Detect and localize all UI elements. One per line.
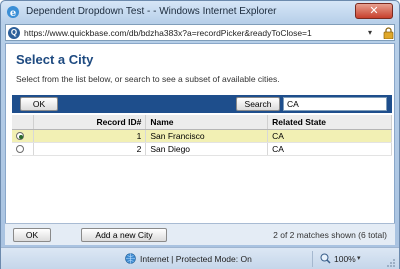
radio-button-selected[interactable] <box>16 132 24 141</box>
dialog-content: Select a City Select from the list below… <box>5 43 395 243</box>
name-cell: San Diego <box>145 142 269 156</box>
status-divider <box>312 251 313 267</box>
chevron-down-icon[interactable]: ▾ <box>357 254 361 262</box>
globe-icon <box>125 253 136 264</box>
chevron-down-icon[interactable]: ▾ <box>368 28 372 37</box>
dialog-footer: OK Add a new City 2 of 2 matches shown (… <box>5 223 395 245</box>
related-state-cell: CA <box>267 142 392 156</box>
row-select-cell[interactable] <box>12 129 35 143</box>
instructions-text: Select from the list below, or search to… <box>16 74 280 84</box>
results-table: Record ID# Name Related State 1 San Fran… <box>12 115 392 156</box>
record-id-cell: 1 <box>33 129 147 143</box>
svg-text:e: e <box>10 8 16 19</box>
name-cell: San Francisco <box>145 129 269 143</box>
column-header-select <box>12 115 35 130</box>
status-bar: Internet | Protected Mode: On 100% ▾ <box>1 247 399 269</box>
page-title: Select a City <box>16 52 94 67</box>
url-text[interactable]: https://www.quickbase.com/db/bdzha383x?a… <box>24 28 312 38</box>
close-button[interactable]: ✕ <box>355 3 393 19</box>
quickbase-icon: Q <box>8 27 20 39</box>
address-bar[interactable]: Q https://www.quickbase.com/db/bdzha383x… <box>5 24 395 41</box>
picker-toolbar: OK Search CA <box>12 95 392 113</box>
title-bar[interactable]: e Dependent Dropdown Test - - Windows In… <box>1 1 399 23</box>
zoom-level[interactable]: 100% <box>334 254 356 264</box>
add-new-city-button[interactable]: Add a new City <box>81 228 167 242</box>
window-title: Dependent Dropdown Test - - Windows Inte… <box>26 6 277 17</box>
radio-button[interactable] <box>16 145 24 154</box>
ok-button-top[interactable]: OK <box>20 97 58 111</box>
lock-icon[interactable] <box>383 27 394 39</box>
table-row[interactable]: 1 San Francisco CA <box>12 129 392 143</box>
table-row[interactable]: 2 San Diego CA <box>12 142 392 156</box>
column-header-record-id[interactable]: Record ID# <box>33 115 147 130</box>
column-header-name[interactable]: Name <box>145 115 269 130</box>
column-header-related-state[interactable]: Related State <box>267 115 392 130</box>
table-header-row: Record ID# Name Related State <box>12 115 392 130</box>
resize-grip-icon[interactable] <box>386 258 396 268</box>
row-select-cell[interactable] <box>12 142 35 156</box>
match-count-text: 2 of 2 matches shown (6 total) <box>273 230 387 240</box>
ok-button[interactable]: OK <box>13 228 51 242</box>
record-id-cell: 2 <box>33 142 147 156</box>
security-zone-text[interactable]: Internet | Protected Mode: On <box>140 254 252 264</box>
search-input[interactable]: CA <box>283 97 387 111</box>
search-button[interactable]: Search <box>236 97 280 111</box>
browser-window: e Dependent Dropdown Test - - Windows In… <box>0 0 400 269</box>
related-state-cell: CA <box>267 129 392 143</box>
internet-explorer-icon: e <box>7 6 19 19</box>
zoom-icon[interactable] <box>320 253 331 264</box>
